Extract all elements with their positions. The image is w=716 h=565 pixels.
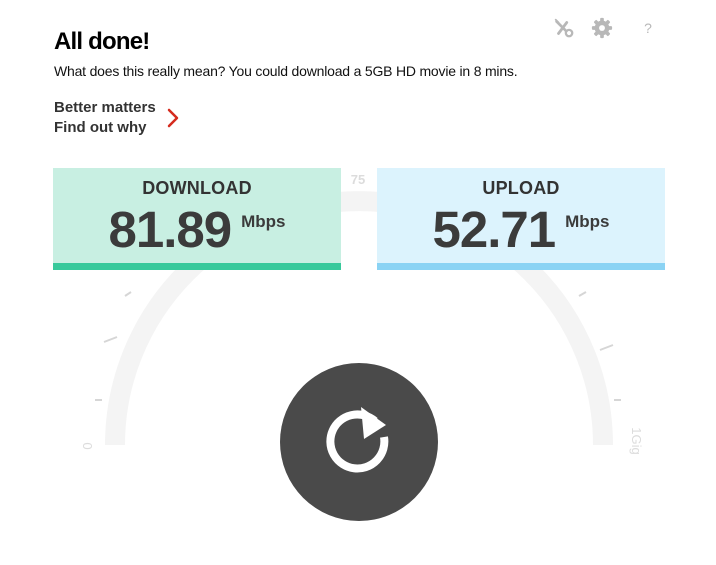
download-speed-value: 81.89 <box>108 201 232 258</box>
upload-label: UPLOAD <box>482 178 560 198</box>
help-button[interactable]: ? <box>640 20 656 36</box>
download-label: DOWNLOAD <box>142 178 252 198</box>
gauge-label-min: 0 <box>80 442 95 449</box>
tools-icon <box>554 18 574 38</box>
chevron-right-icon <box>167 108 178 128</box>
restart-test-button[interactable] <box>280 363 438 521</box>
page-title: All done! <box>54 28 150 55</box>
result-description: What does this really mean? You could do… <box>54 63 518 79</box>
toolbar: ? <box>552 16 656 40</box>
better-matters-link[interactable]: Better matters Find out why <box>54 98 180 138</box>
upload-speed-unit: Mbps <box>565 212 610 231</box>
learn-more-line1: Better matters <box>54 99 156 116</box>
gear-icon <box>591 17 613 39</box>
learn-more-line2: Find out why <box>54 119 147 136</box>
restart-icon <box>326 407 389 473</box>
settings-button[interactable] <box>590 16 614 40</box>
learn-more-text: Better matters Find out why <box>54 98 156 138</box>
download-speed-unit: Mbps <box>241 212 286 231</box>
tools-button[interactable] <box>552 16 576 40</box>
gauge-label-max: 1Gig <box>629 427 644 454</box>
upload-speed-value: 52.71 <box>432 201 556 258</box>
gauge-label-top: 75 <box>351 172 365 187</box>
upload-result-card: UPLOAD 52.71 Mbps <box>377 168 665 270</box>
download-result-card: DOWNLOAD 81.89 Mbps <box>53 168 341 270</box>
